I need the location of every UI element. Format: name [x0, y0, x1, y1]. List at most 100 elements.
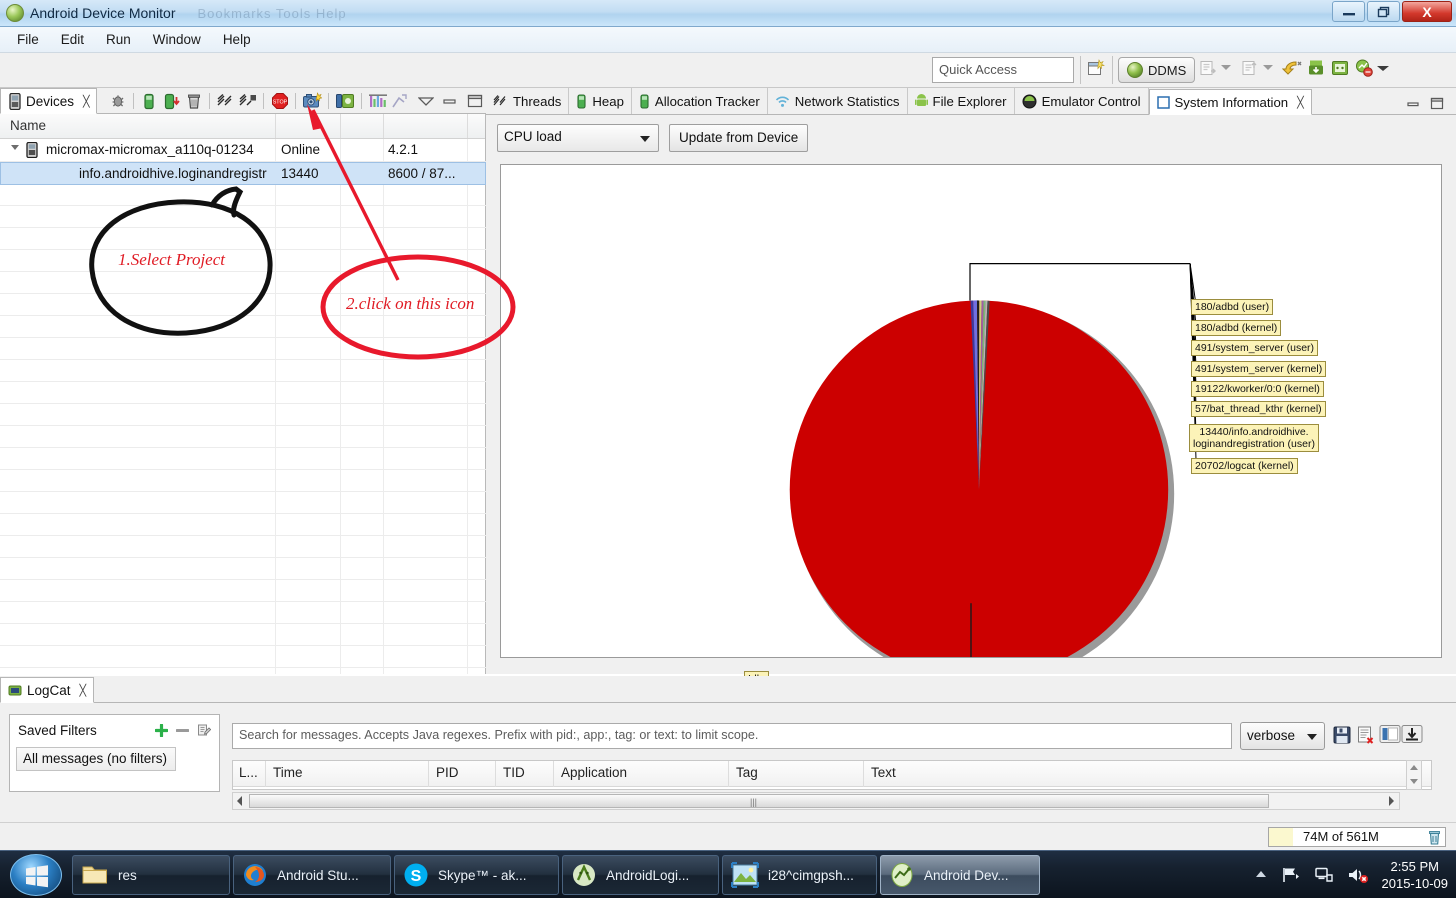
taskbar-button-android-device-monitor[interactable]: Android Dev...: [880, 855, 1040, 895]
taskbar-button-android-studio-browser[interactable]: Android Stu...: [233, 855, 391, 895]
tab-file-explorer[interactable]: File Explorer: [908, 88, 1015, 114]
minimize-icon[interactable]: [440, 91, 461, 111]
minimize-button[interactable]: [1332, 1, 1365, 22]
leader-line-top: [969, 263, 1191, 301]
column-header-name[interactable]: Name: [10, 118, 46, 133]
minus-icon[interactable]: [176, 724, 189, 737]
menu-item-window[interactable]: Window: [144, 30, 210, 49]
action-center-flag-icon[interactable]: [1281, 866, 1301, 884]
windows-start-icon[interactable]: [10, 854, 62, 896]
maximize-icon[interactable]: [463, 91, 486, 111]
menu-item-edit[interactable]: Edit: [52, 30, 93, 49]
trash-icon[interactable]: [1428, 830, 1441, 845]
tab-heap[interactable]: Heap: [569, 88, 632, 114]
tracing-icon[interactable]: [391, 91, 410, 111]
new-perspective-icon[interactable]: [1086, 58, 1108, 80]
close-icon[interactable]: ╳: [83, 95, 90, 108]
heap-update-icon[interactable]: [140, 91, 159, 111]
perspective-ddms-button[interactable]: DDMS: [1118, 57, 1196, 83]
restore-button[interactable]: [1367, 1, 1400, 22]
menu-item-run[interactable]: Run: [97, 30, 140, 49]
scroll-right-icon[interactable]: [1386, 795, 1396, 807]
method-profiling-icon[interactable]: [368, 91, 388, 111]
tab-devices[interactable]: Devices ╳: [0, 88, 97, 114]
network-icon[interactable]: [1314, 866, 1334, 884]
menu-item-help[interactable]: Help: [214, 30, 260, 49]
android-download-icon[interactable]: [1306, 58, 1328, 80]
quick-access-input[interactable]: Quick Access: [932, 57, 1074, 83]
volume-muted-icon[interactable]: [1347, 866, 1369, 884]
tab-devices-label: Devices: [26, 93, 75, 109]
column-header-pid[interactable]: PID: [436, 765, 459, 780]
save-icon[interactable]: [1333, 726, 1351, 744]
threads-stop-icon[interactable]: [238, 91, 257, 111]
close-icon[interactable]: ╳: [1297, 96, 1304, 109]
clock-time: 2:55 PM: [1390, 859, 1439, 874]
column-header-text[interactable]: Text: [871, 765, 896, 780]
table-row[interactable]: micromax-micromax_a110q-01234 Online 4.2…: [0, 139, 486, 161]
gc-icon[interactable]: [184, 91, 203, 111]
tab-allocation-tracker[interactable]: Allocation Tracker: [632, 88, 768, 114]
maximize-icon[interactable]: [1430, 97, 1444, 110]
heap-dump-icon[interactable]: [162, 91, 181, 111]
edit-icon[interactable]: [197, 723, 211, 737]
taskbar-button-image[interactable]: i28^cimgpsh...: [722, 855, 877, 895]
taskbar-clock[interactable]: 2:55 PM 2015-10-09: [1382, 858, 1449, 892]
column-header-time[interactable]: Time: [273, 765, 303, 780]
plus-icon[interactable]: [155, 723, 168, 737]
log-level-selector[interactable]: verbose: [1240, 722, 1325, 750]
heap-status-indicator[interactable]: 74M of 561M: [1268, 827, 1446, 847]
taskbar-button-androidlogin[interactable]: AndroidLogi...: [562, 855, 719, 895]
export-icon[interactable]: [1240, 58, 1262, 80]
logcat-search-input[interactable]: Search for messages. Accepts Java regexe…: [232, 723, 1232, 749]
pie-label: 19122/kworker/0:0 (kernel): [1191, 380, 1324, 397]
column-header-application[interactable]: Application: [561, 765, 627, 780]
scroll-thumb[interactable]: |||: [249, 794, 1269, 808]
column-header-level[interactable]: L...: [239, 765, 258, 780]
device-icon: [9, 92, 21, 110]
column-header-tid[interactable]: TID: [503, 765, 525, 780]
pie-label: 57/bat_thread_kthr (kernel): [1191, 400, 1326, 417]
close-icon[interactable]: ╳: [80, 684, 87, 697]
threads-start-icon[interactable]: [216, 91, 235, 111]
import-icon[interactable]: [1198, 58, 1220, 80]
column-header-tag[interactable]: Tag: [736, 765, 758, 780]
tab-network-statistics[interactable]: Network Statistics: [768, 88, 908, 114]
show-hidden-icons-icon[interactable]: [1254, 869, 1268, 881]
logcat-vertical-scrollbar[interactable]: [1406, 760, 1422, 790]
scroll-left-icon[interactable]: [235, 795, 245, 807]
avd-manager-icon[interactable]: [1354, 58, 1376, 80]
cpu-load-chart: 180/adbd (user) 180/adbd (kernel) 491/sy…: [500, 164, 1442, 687]
view-menu-icon[interactable]: [416, 91, 437, 111]
taskbar-button-res[interactable]: res: [72, 855, 230, 895]
update-from-device-button[interactable]: Update from Device: [669, 124, 809, 152]
close-button[interactable]: X: [1402, 1, 1452, 22]
tab-emulator-control[interactable]: Emulator Control: [1015, 88, 1149, 114]
import-dropdown-icon[interactable]: [1220, 62, 1232, 74]
metric-selector[interactable]: CPU load: [497, 124, 659, 152]
scroll-lock-icon[interactable]: [1401, 724, 1423, 744]
table-row[interactable]: info.androidhive.loginandregistr 13440 8…: [0, 162, 486, 185]
toolbar-dropdown-icon[interactable]: [1376, 63, 1390, 75]
saved-filter-item[interactable]: All messages (no filters): [16, 747, 176, 771]
screen-capture-icon[interactable]: [302, 91, 322, 111]
clear-log-icon[interactable]: [1357, 726, 1375, 744]
export-dropdown-icon[interactable]: [1262, 62, 1274, 74]
back-icon[interactable]: [1282, 58, 1304, 80]
device-capture-icon[interactable]: [335, 91, 355, 111]
tab-logcat[interactable]: LogCat ╳: [0, 677, 95, 703]
stop-process-icon[interactable]: STOP: [270, 91, 289, 111]
tab-threads[interactable]: Threads: [486, 88, 570, 114]
tab-system-information-label: System Information: [1174, 94, 1289, 110]
logcat-horizontal-scrollbar[interactable]: |||: [232, 792, 1400, 810]
taskbar-button-skype[interactable]: S Skype™ - ak...: [394, 855, 559, 895]
debug-icon[interactable]: [108, 91, 127, 111]
menu-item-file[interactable]: File: [8, 30, 48, 49]
pie-label: 180/adbd (kernel): [1191, 319, 1282, 336]
expand-arrow-icon[interactable]: [10, 142, 20, 152]
minimize-icon[interactable]: [1406, 99, 1420, 109]
tab-system-information[interactable]: System Information ╳: [1148, 89, 1312, 115]
toolbar-separator-2: [1112, 56, 1113, 84]
display-mode-icon[interactable]: [1379, 724, 1401, 744]
android-sdk-icon[interactable]: [1330, 58, 1352, 80]
